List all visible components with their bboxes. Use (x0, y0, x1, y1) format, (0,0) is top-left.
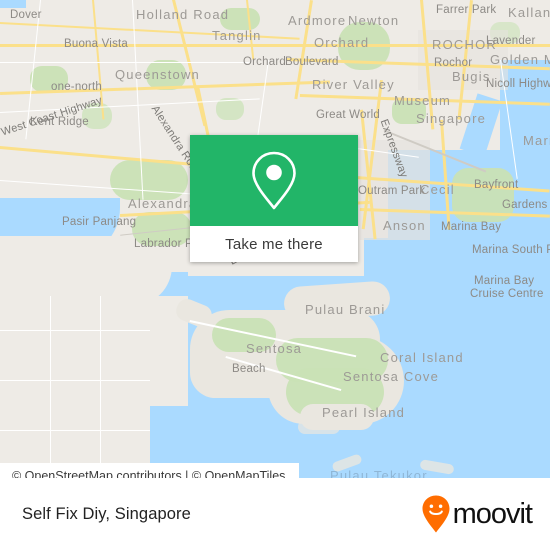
map-road-local-1 (0, 62, 250, 64)
map-label: Sentosa (246, 341, 303, 356)
location-popup-card[interactable]: Take me there (190, 135, 358, 262)
map-label: Bayfront (474, 179, 519, 191)
map-label: Great World (316, 109, 380, 121)
map-label: Pearl Island (322, 405, 406, 420)
map-label: Newton (348, 13, 400, 28)
map-label: Marina Bay (474, 275, 535, 287)
card-pin-header (190, 135, 358, 226)
moovit-logo[interactable]: moovit (421, 494, 533, 534)
map-label: Beach (232, 363, 266, 375)
map-label: Cruise Centre (470, 288, 544, 300)
map-label: Boulevard (285, 56, 339, 68)
map-land-sw-terminal (0, 296, 150, 478)
map-label: Museum (394, 93, 452, 108)
map-label: Tanglin (212, 28, 262, 43)
map-label: Lavender (486, 35, 536, 47)
map-label: Holland Road (136, 7, 230, 22)
map-label: Marina Bay (441, 221, 502, 233)
map-label: River Valley (312, 77, 395, 92)
map-screenshot-page: Dover Holland Road Tanglin Ardmore Newton Far… (0, 0, 550, 550)
map-label: Alexandra (128, 196, 198, 211)
map-water-nw (0, 0, 26, 8)
map-green-kentridge (110, 160, 188, 200)
map-label: Pasir Panjang (62, 216, 137, 228)
map-label: Bugis (452, 69, 491, 84)
map-label: Kallang (508, 5, 550, 20)
map-label: Golden Mile (490, 52, 550, 67)
map-label: Outram Park (358, 185, 426, 197)
map-label: Singapore (416, 111, 487, 126)
map-label: Queenstown (115, 67, 200, 82)
map-label: one-north (51, 81, 103, 93)
map-label: Gardens by the Bay (502, 199, 550, 211)
map-attribution: © OpenStreetMap contributors | © OpenMap… (0, 463, 300, 478)
take-me-there-label: Take me there (225, 235, 323, 253)
page-title: Self Fix Diy, Singapore (22, 504, 191, 523)
map-label: Sentosa Cove (343, 369, 440, 384)
map-label: Orchard (243, 56, 286, 68)
map-road-terminal-5 (100, 296, 102, 478)
map-label: Coral Island (380, 350, 464, 365)
map-label: Pulau Brani (305, 302, 386, 317)
map-road-terminal-4 (50, 296, 52, 478)
moovit-wordmark: moovit (452, 497, 533, 530)
map-road-terminal-2 (0, 380, 150, 382)
map-label: Nicoll Highway (486, 78, 550, 90)
map-label: Dover (10, 9, 42, 21)
map-label: Buona Vista (64, 38, 129, 50)
map-label: Ardmore (288, 13, 347, 28)
map-road-terminal-1 (0, 330, 150, 332)
map-label: Pulau Tekukor (330, 468, 428, 478)
map-label: Rochor (434, 57, 473, 69)
map-label: Farrer Park (436, 4, 497, 16)
attribution-text: © OpenStreetMap contributors | © OpenMap… (12, 469, 286, 478)
page-footer: Self Fix Diy, Singapore moovit (0, 478, 550, 550)
take-me-there-button[interactable]: Take me there (190, 226, 358, 262)
map-canvas[interactable]: Dover Holland Road Tanglin Ardmore Newton Far… (0, 0, 550, 478)
map-label: Marina (523, 133, 550, 148)
map-label: Orchard (314, 35, 370, 50)
moovit-pin-smiley-icon (422, 495, 450, 533)
map-label: Cecil (420, 182, 455, 197)
map-label: Marina South Pier (472, 244, 550, 256)
map-pin-icon (252, 151, 296, 209)
map-island-small-a (298, 420, 340, 434)
map-road-terminal-3 (0, 430, 150, 432)
map-label: Anson (383, 218, 426, 233)
